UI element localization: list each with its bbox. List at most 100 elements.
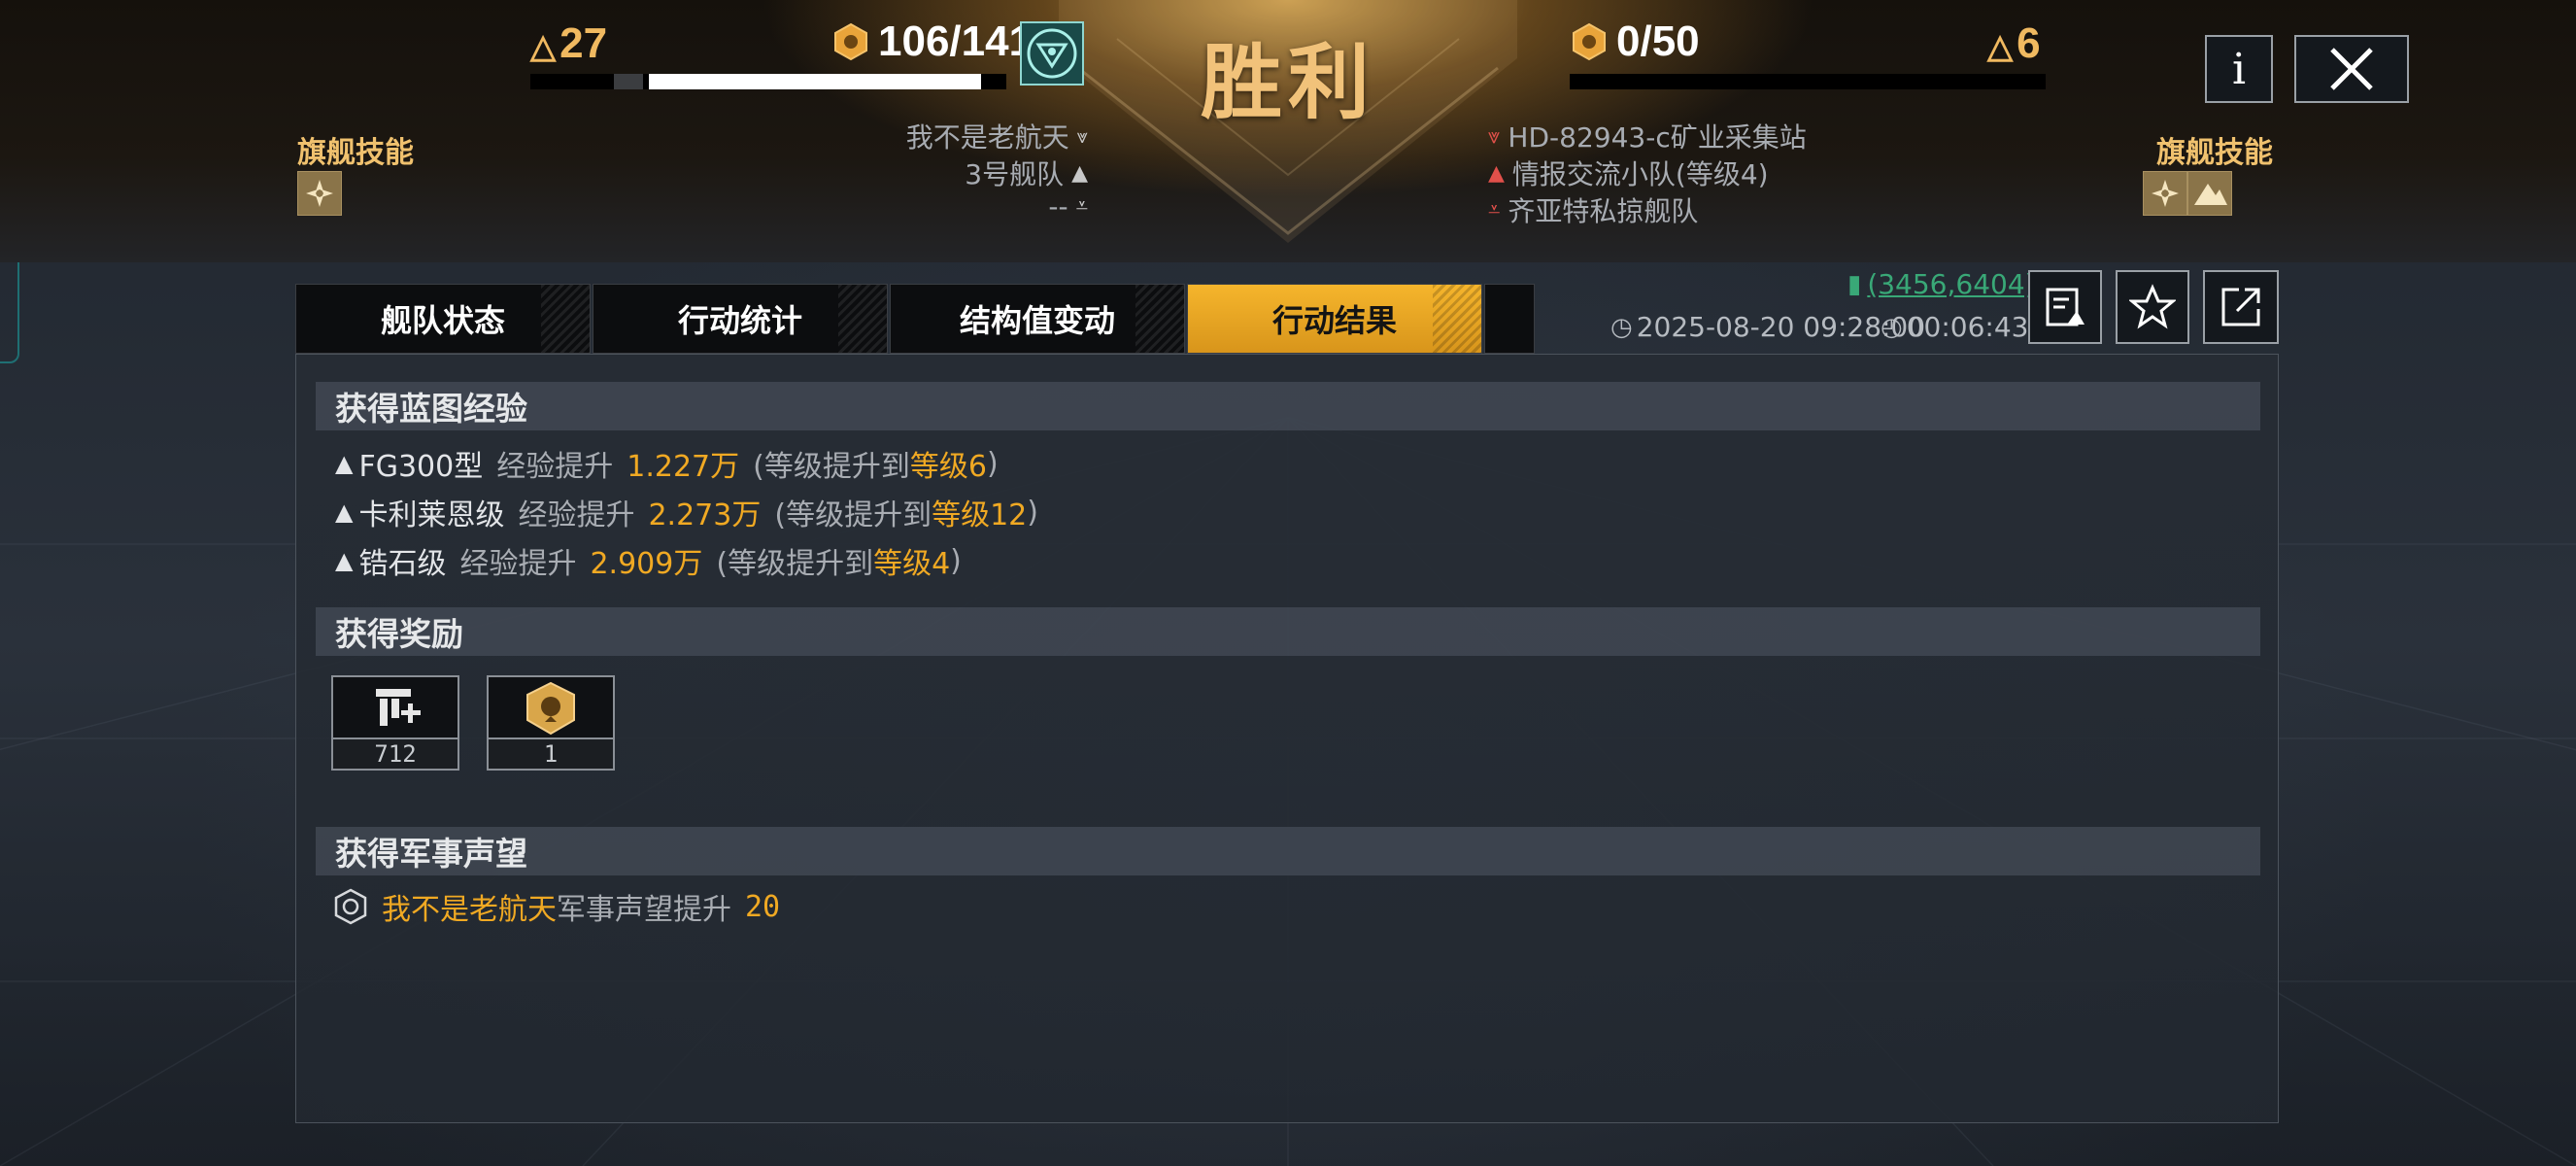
exp-label: 经验提升	[518, 498, 635, 532]
share-icon	[2221, 288, 2260, 326]
commander-avatar[interactable]	[1020, 21, 1084, 86]
close-button[interactable]	[2294, 35, 2409, 103]
exp-level-suffix: )	[1027, 495, 1038, 530]
target-row-1: ⩔ HD-82943-c矿业采集站	[1488, 117, 1807, 155]
left-score: 106/141	[831, 17, 1033, 66]
left-progress-bar	[530, 74, 1006, 89]
right-delta: △6	[1987, 19, 2041, 68]
right-flagship-skill-label: 旗舰技能	[2156, 136, 2273, 170]
left-fleet-row: 3号舰队 ▲	[777, 154, 1088, 192]
exp-level-prefix: (等级提升到	[753, 450, 910, 484]
left-fleet-name: 3号舰队	[965, 158, 1065, 190]
battle-duration: ◴ 00:06:43	[1881, 311, 2028, 343]
clock-icon: ◷	[1610, 312, 1633, 342]
delta-triangle-icon: △	[530, 28, 557, 65]
delta-triangle-icon-right: △	[1987, 28, 2014, 65]
edit-report-icon	[2046, 288, 2085, 326]
tab-structure-change[interactable]: 结构值变动	[890, 284, 1185, 354]
section-rewards-title: 获得奖励	[316, 607, 2260, 656]
rank-chevron-icon: ⩡	[1075, 194, 1088, 219]
exp-level: 等级4	[873, 547, 951, 581]
left-score-value: 106/141	[878, 17, 1034, 65]
red-chevron-up-icon: ▲	[1488, 160, 1505, 186]
exp-level-suffix: )	[950, 543, 962, 578]
exp-amount: 2.273万	[648, 498, 762, 532]
exp-level-suffix: )	[986, 446, 999, 481]
exp-amount: 2.909万	[590, 547, 703, 581]
resource-plus-icon	[376, 689, 421, 726]
target-name-2: 情报交流小队(等级4)	[1511, 158, 1769, 190]
battle-report-screen: 胜利 △27 106/141 旗舰技能 我不是老航天 ⩔ 3号舰队 ▲ -- ⩡…	[0, 0, 2576, 1166]
left-player-name: 我不是老航天	[905, 121, 1069, 154]
edit-report-button[interactable]	[2028, 270, 2102, 344]
exp-level-prefix: (等级提升到	[774, 498, 932, 532]
exp-level-prefix: (等级提升到	[716, 547, 874, 581]
target-name-3: 齐亚特私掠舰队	[1508, 195, 1699, 227]
battle-datetime: ◷ 2025-08-20 09:28:00	[1610, 311, 1925, 343]
map-pin-icon: ▮	[1847, 269, 1862, 299]
target-row-3: ⩡ 齐亚特私掠舰队	[1488, 190, 1698, 229]
exp-level: 等级6	[909, 450, 987, 484]
left-rank-row: -- ⩡	[777, 190, 1088, 223]
triangle-emblem-icon	[1027, 28, 1077, 79]
favorite-button[interactable]	[2116, 270, 2189, 344]
tab-action-result-label: 行动结果	[1271, 302, 1397, 339]
right-progress-bar	[1570, 74, 2046, 89]
ship-name: 锆石级	[358, 547, 447, 581]
ship-triangle-icon: ▲	[335, 547, 354, 574]
reward-item[interactable]: 712	[331, 675, 459, 771]
ship-triangle-icon: ▲	[335, 450, 354, 477]
section-blueprint-exp-title: 获得蓝图经验	[316, 382, 2260, 430]
share-button[interactable]	[2203, 270, 2279, 344]
tab-action-result[interactable]: 行动结果	[1187, 284, 1482, 354]
red-rank-icon: ⩡	[1488, 197, 1501, 223]
tab-bar-spacer	[1484, 284, 1535, 354]
coordinates-link[interactable]: ▮ (3456,6404)	[1847, 268, 2036, 300]
left-player-row: 我不是老航天 ⩔	[777, 117, 1088, 155]
reputation-row: 我不是老航天 军事声望提升 20	[331, 885, 780, 928]
exp-level: 等级12	[932, 498, 1028, 532]
tab-structure-change-label: 结构值变动	[959, 302, 1115, 339]
reputation-text: 军事声望提升	[557, 893, 731, 927]
double-chevron-down-icon: ⩔	[1076, 124, 1088, 148]
tab-action-stats-label: 行动统计	[677, 302, 802, 339]
right-score-value: 0/50	[1616, 17, 1700, 65]
reward-count: 1	[489, 737, 613, 769]
left-progress-fill	[649, 74, 981, 89]
left-delta: △27	[530, 19, 607, 68]
compass-skill-icon	[306, 180, 333, 207]
reward-item[interactable]: 1	[487, 675, 615, 771]
lion-badge-icon	[526, 681, 575, 736]
close-icon	[2330, 48, 2373, 90]
right-flagship-skill-icon-1[interactable]	[2143, 171, 2187, 216]
ship-triangle-icon: ▲	[335, 498, 354, 526]
tab-action-stats[interactable]: 行动统计	[593, 284, 888, 354]
right-flagship-skill-icon-2[interactable]	[2187, 171, 2232, 216]
info-button[interactable]: i	[2205, 35, 2273, 103]
left-progress-segment	[614, 74, 643, 89]
exp-row: ▲ FG300型 经验提升 1.227万 (等级提升到 等级6 )	[335, 442, 999, 485]
star-icon	[2129, 284, 2176, 329]
chevron-up-icon: ▲	[1071, 160, 1088, 186]
left-flagship-skill-label: 旗舰技能	[297, 136, 414, 170]
coordinates-value: (3456,6404)	[1867, 268, 2036, 300]
tab-fleet-status-label: 舰队状态	[380, 302, 505, 339]
right-delta-value: 6	[2017, 19, 2041, 67]
section-reputation-title: 获得军事声望	[316, 827, 2260, 875]
action-result-panel: 获得蓝图经验 ▲ FG300型 经验提升 1.227万 (等级提升到 等级6 )…	[295, 354, 2279, 1123]
reputation-badge-icon	[334, 888, 367, 925]
target-row-2: ▲ 情报交流小队(等级4)	[1488, 154, 1769, 192]
ship-name: FG300型	[358, 450, 484, 484]
mountain-skill-icon	[2194, 184, 2227, 205]
result-title: 胜利	[1200, 34, 1375, 130]
compass-skill-icon-right	[2152, 180, 2179, 207]
left-delta-value: 27	[559, 19, 608, 67]
exp-label: 经验提升	[459, 547, 577, 581]
left-rank-value: --	[1048, 190, 1068, 223]
tab-fleet-status[interactable]: 舰队状态	[295, 284, 591, 354]
timer-icon: ◴	[1881, 312, 1903, 342]
right-score: 0/50	[1570, 17, 1700, 66]
reputation-player-name: 我不是老航天	[382, 893, 557, 927]
reward-count: 712	[333, 737, 458, 769]
left-flagship-skill-icon[interactable]	[297, 171, 342, 216]
